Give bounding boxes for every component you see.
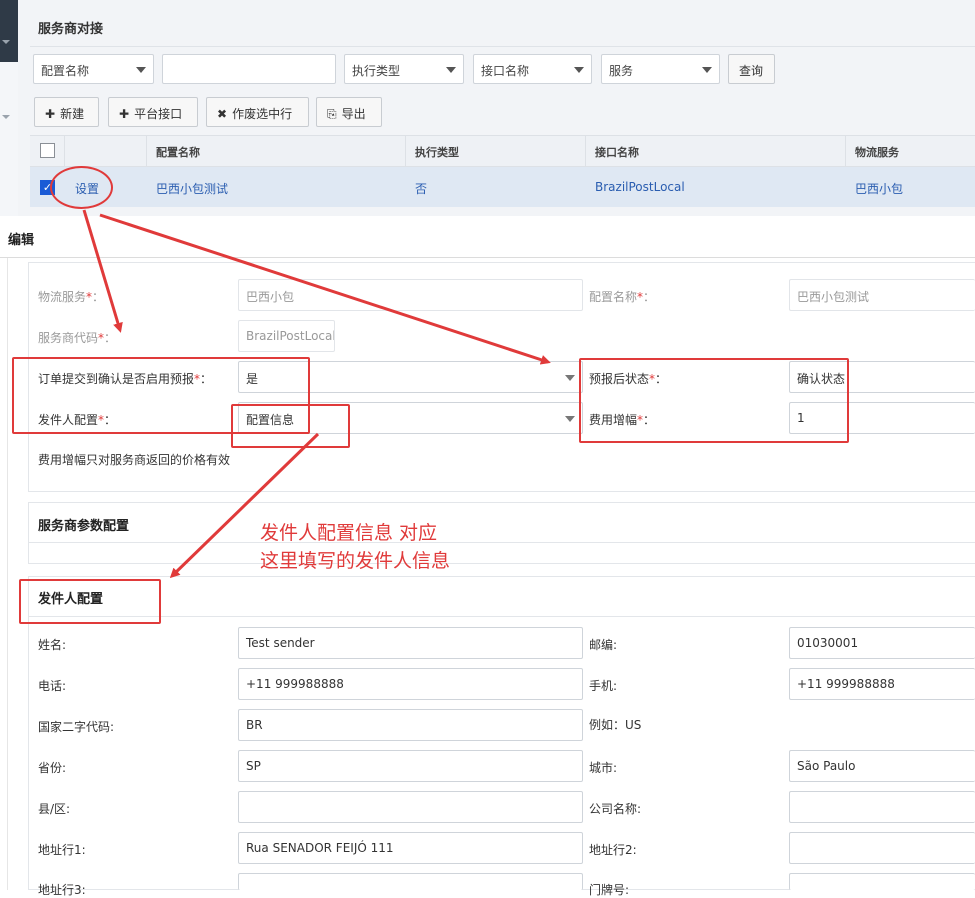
annotation-text: 发件人配置信息 对应 这里填写的发件人信息	[260, 519, 450, 575]
annotation-line-1: 发件人配置信息 对应	[260, 522, 438, 544]
arrow-to-prereport	[82, 209, 123, 333]
annotation-line-2: 这里填写的发件人信息	[260, 550, 451, 572]
arrow-to-status	[99, 213, 551, 365]
annotation-arrows	[82, 209, 551, 579]
